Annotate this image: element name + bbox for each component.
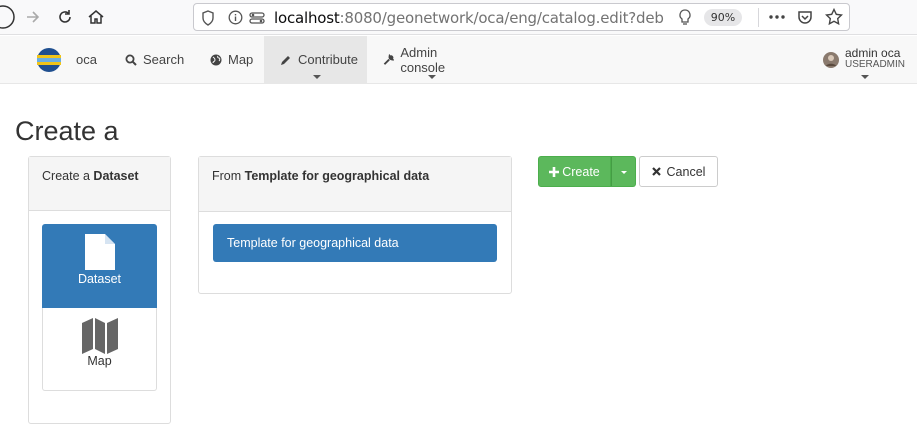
forward-button[interactable] [20, 5, 46, 29]
home-icon [88, 10, 104, 24]
shield-icon [202, 10, 214, 26]
bookmark-star-icon[interactable] [825, 8, 843, 26]
back-button[interactable] [0, 5, 16, 29]
user-info: admin oca USERADMIN [845, 47, 905, 71]
template-panel: From Template for geographical data Temp… [198, 156, 512, 294]
map-icon [81, 318, 118, 354]
nav-map[interactable]: Map [210, 36, 253, 83]
type-panel: Create a Dataset Dataset Map [28, 156, 171, 424]
url-text: localhost:8080/geonetwork/oca/eng/catalo… [274, 9, 664, 27]
page-title: Create a [15, 116, 119, 146]
plus-icon [549, 166, 560, 177]
type-tile-map-label: Map [87, 354, 112, 368]
reload-button[interactable] [52, 5, 78, 29]
nav-search[interactable]: Search [125, 36, 184, 83]
template-item[interactable]: Template for geographical data [213, 224, 497, 262]
more-actions-icon[interactable] [769, 14, 785, 20]
browser-toolbar: localhost:8080/geonetwork/oca/eng/catalo… [0, 0, 917, 35]
zoom-level-badge[interactable]: 90% [704, 9, 742, 26]
lightbulb-icon[interactable] [678, 9, 692, 26]
create-button[interactable]: Create [538, 156, 611, 187]
oca-logo-icon [37, 47, 61, 72]
url-bar[interactable]: localhost:8080/geonetwork/oca/eng/catalo… [193, 3, 850, 31]
nav-search-label: Search [143, 52, 185, 67]
file-icon [84, 234, 115, 270]
info-icon [228, 10, 243, 25]
cancel-button[interactable]: Cancel [639, 156, 718, 187]
cancel-button-label: Cancel [666, 164, 706, 179]
type-panel-heading: Create a Dataset [29, 157, 170, 211]
globe-icon [210, 54, 222, 65]
chevron-down-icon [312, 75, 321, 79]
home-button[interactable] [83, 5, 109, 29]
nav-admin-console-label: Admin console [400, 44, 446, 75]
search-icon [125, 54, 137, 66]
forward-arrow-icon [27, 11, 40, 23]
brand-name: oca [76, 52, 97, 67]
pocket-icon[interactable] [797, 9, 813, 25]
avatar [823, 51, 839, 68]
pencil-icon [281, 55, 290, 65]
nav-map-label: Map [228, 52, 254, 67]
type-tile-map[interactable]: Map [42, 308, 157, 391]
selected-template-name: Template for geographical data [244, 169, 430, 183]
user-menu[interactable]: admin oca USERADMIN [823, 36, 913, 83]
selected-type-name: Dataset [93, 169, 139, 183]
type-tile-dataset-label: Dataset [77, 272, 122, 286]
create-options-dropdown[interactable] [611, 156, 636, 187]
user-name: admin oca [845, 45, 901, 60]
permissions-icon [249, 12, 265, 24]
reload-icon [59, 10, 71, 23]
chevron-down-icon [428, 75, 436, 79]
wrench-icon [383, 53, 395, 65]
app-navbar: oca Search Map Contribute Admin console … [0, 36, 917, 84]
chevron-down-icon [861, 75, 869, 79]
nav-contribute-label: Contribute [298, 52, 358, 67]
brand-link[interactable]: oca [36, 36, 97, 83]
template-panel-heading: From Template for geographical data [199, 157, 511, 212]
create-button-label: Create [562, 164, 600, 179]
urlbar-divider [758, 8, 759, 27]
close-icon [651, 167, 661, 176]
type-tile-dataset[interactable]: Dataset [42, 224, 157, 308]
caret-down-icon [621, 171, 627, 174]
nav-contribute[interactable]: Contribute [264, 36, 367, 83]
back-arrow-icon [0, 5, 15, 29]
user-role: USERADMIN [845, 58, 906, 70]
nav-admin-console[interactable]: Admin console [383, 36, 481, 83]
